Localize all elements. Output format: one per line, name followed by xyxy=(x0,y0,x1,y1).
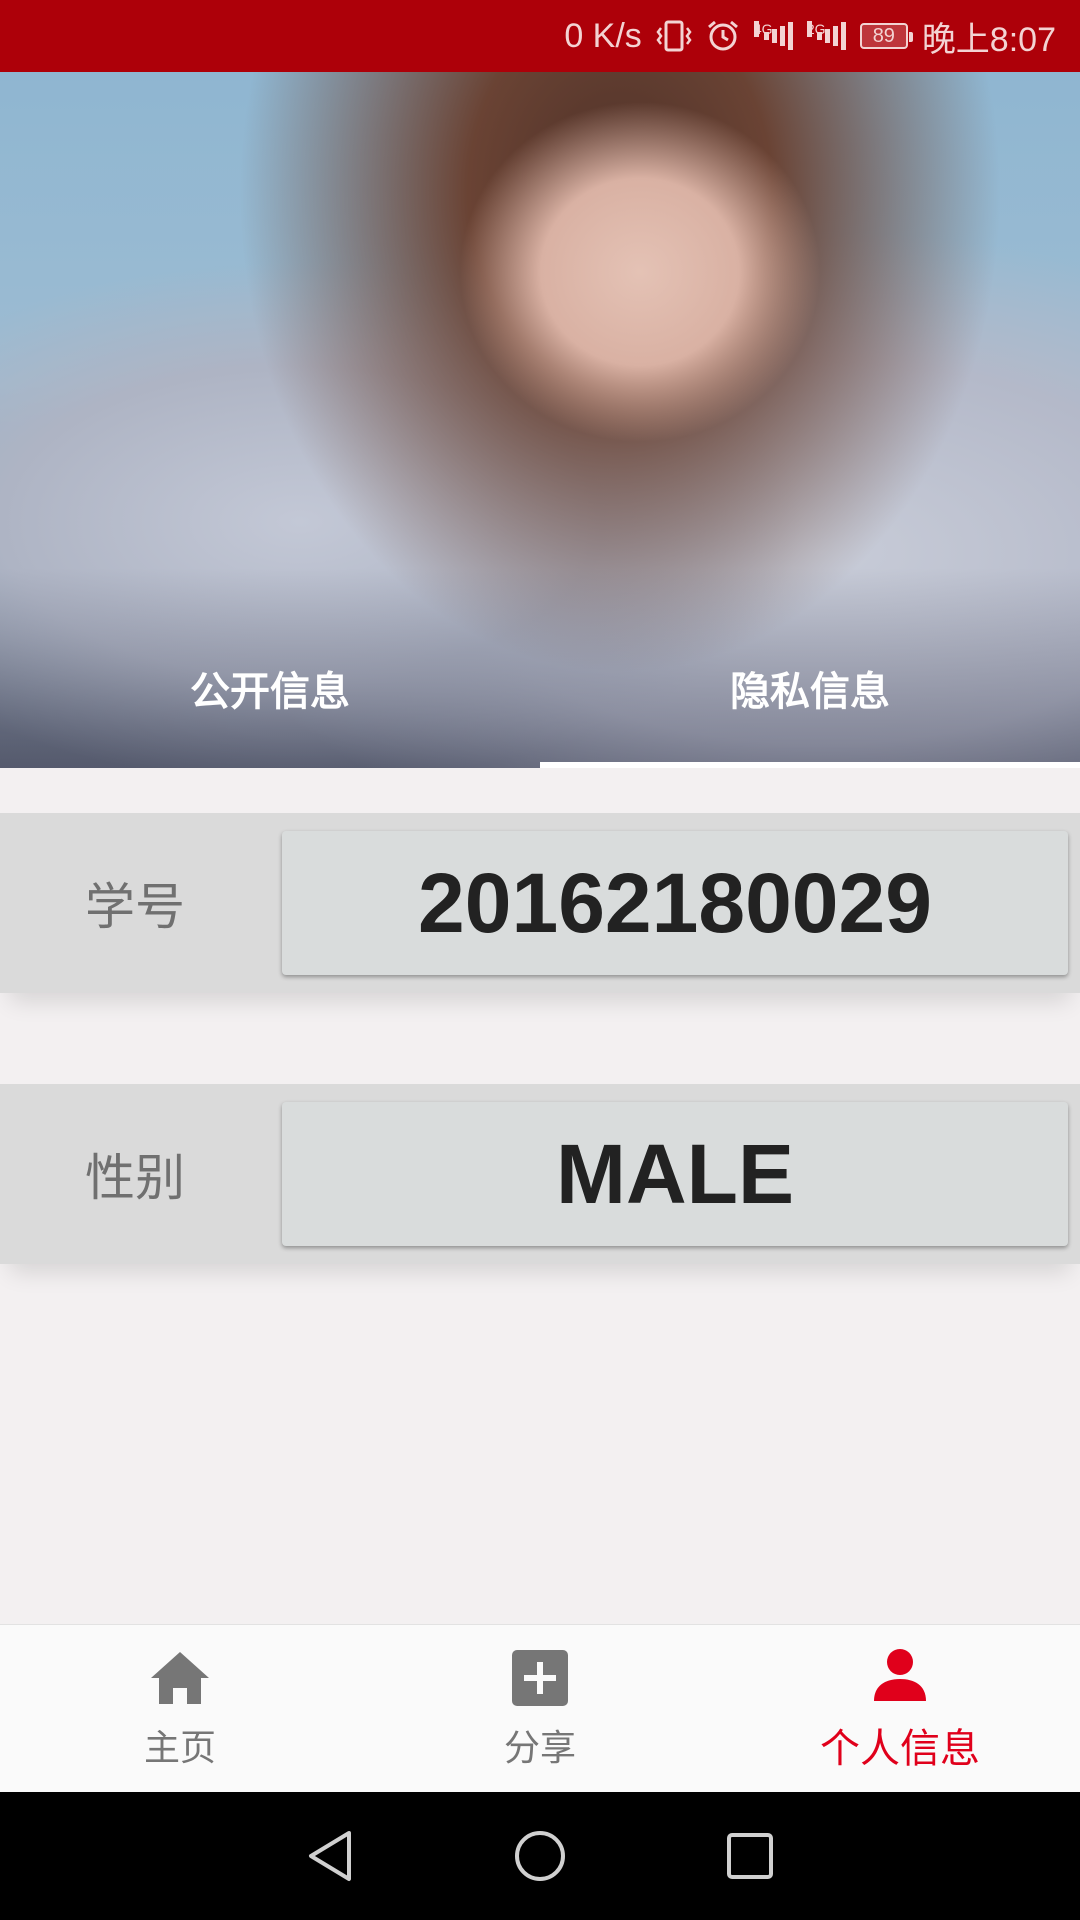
gender-value[interactable]: MALE xyxy=(282,1102,1068,1246)
signal-2g-icon: 2G xyxy=(806,21,846,51)
home-circle-icon[interactable] xyxy=(510,1826,570,1886)
nav-item-profile[interactable]: 个人信息 xyxy=(720,1625,1080,1793)
bottom-navigation: 主页 分享 个人信息 xyxy=(0,1624,1080,1793)
recents-icon[interactable] xyxy=(720,1826,780,1886)
battery-level: 89 xyxy=(872,24,895,47)
student-id-value[interactable]: 20162180029 xyxy=(282,831,1068,975)
battery-icon: 89 xyxy=(859,23,913,49)
system-navigation-bar xyxy=(0,1792,1080,1920)
network-speed: 0 K/s xyxy=(564,16,642,55)
gender-row: 性别 MALE xyxy=(0,1084,1080,1264)
nav-label-home: 主页 xyxy=(143,1728,216,1769)
status-bar: 0 K/s 4G 2G 89 晚上8:07 xyxy=(0,0,1080,72)
profile-header-image: 公开信息 隐私信息 xyxy=(0,72,1080,768)
network-type-label: 4G xyxy=(753,21,773,37)
clock: 晚上8:07 xyxy=(921,20,1056,59)
tab-public-info[interactable]: 公开信息 xyxy=(0,628,540,768)
nav-item-share[interactable]: 分享 xyxy=(360,1625,720,1793)
person-icon xyxy=(872,1644,928,1706)
nav-label-share: 分享 xyxy=(503,1728,576,1769)
home-icon xyxy=(149,1647,211,1709)
student-id-label: 学号 xyxy=(85,878,185,936)
back-icon[interactable] xyxy=(300,1826,360,1886)
info-tabs: 公开信息 隐私信息 xyxy=(0,628,1080,768)
student-id-row: 学号 20162180029 xyxy=(0,813,1080,993)
network-type-label: 2G xyxy=(806,21,826,37)
nav-item-home[interactable]: 主页 xyxy=(0,1625,360,1793)
gender-label: 性别 xyxy=(85,1149,185,1207)
vibrate-icon xyxy=(656,19,692,53)
signal-4g-icon: 4G xyxy=(753,21,793,51)
nav-label-profile: 个人信息 xyxy=(820,1726,980,1772)
add-box-icon xyxy=(512,1647,568,1709)
alarm-icon xyxy=(706,19,740,53)
tab-private-info[interactable]: 隐私信息 xyxy=(540,628,1080,768)
